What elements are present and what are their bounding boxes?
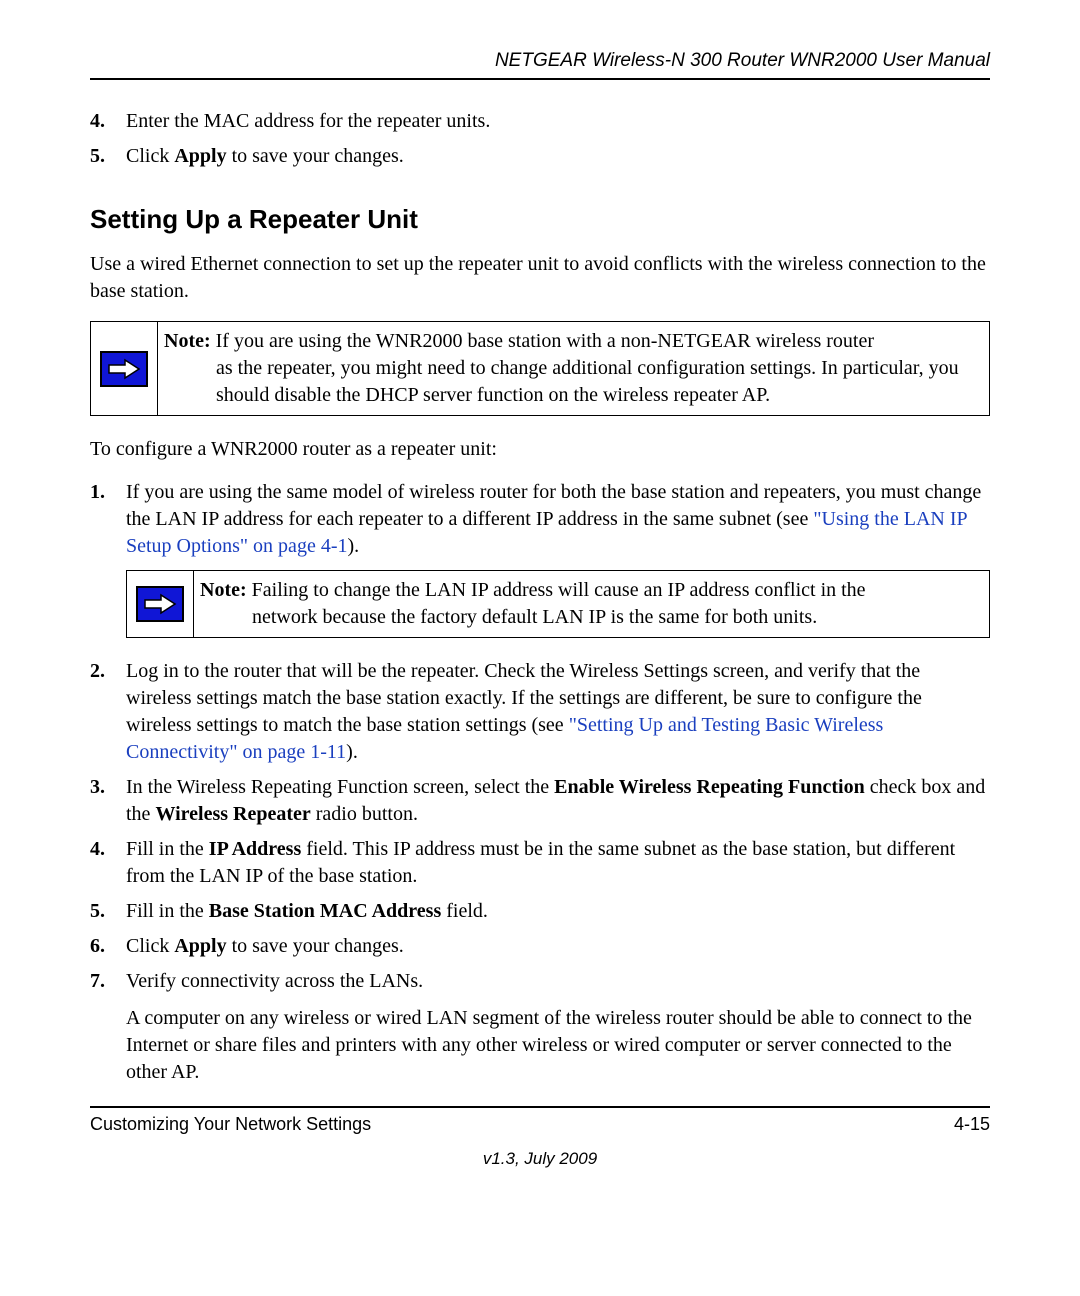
note-label: Note: (200, 579, 247, 601)
list-number: 1. (90, 479, 126, 560)
footer-section-title: Customizing Your Network Settings (90, 1114, 371, 1135)
section-heading: Setting Up a Repeater Unit (90, 204, 990, 235)
list-number: 3. (90, 774, 126, 828)
header-rule (90, 78, 990, 80)
page-header-title: NETGEAR Wireless-N 300 Router WNR2000 Us… (90, 50, 990, 72)
list-text: Fill in the IP Address field. This IP ad… (126, 836, 990, 890)
note-text: Note: If you are using the WNR2000 base … (158, 322, 989, 415)
footer-rule (90, 1106, 990, 1108)
sub-paragraph: A computer on any wireless or wired LAN … (126, 1005, 990, 1086)
list-item: 7. Verify connectivity across the LANs. … (90, 968, 990, 1086)
list-item: 2. Log in to the router that will be the… (90, 658, 990, 766)
list-text: Click Apply to save your changes. (126, 933, 990, 960)
list-number: 4. (90, 108, 126, 135)
note-label: Note: (164, 330, 211, 352)
list-text: If you are using the same model of wirel… (126, 479, 990, 560)
list-number: 5. (90, 898, 126, 925)
arrow-icon (136, 586, 184, 622)
list-number: 7. (90, 968, 126, 1086)
note-box: Note: If you are using the WNR2000 base … (90, 321, 990, 416)
note-icon-cell (127, 571, 194, 637)
list-text: Fill in the Base Station MAC Address fie… (126, 898, 990, 925)
list-item: 4. Fill in the IP Address field. This IP… (90, 836, 990, 890)
list-number: 4. (90, 836, 126, 890)
list-item: 3. In the Wireless Repeating Function sc… (90, 774, 990, 828)
steps-list: 1. If you are using the same model of wi… (90, 479, 990, 560)
arrow-icon (100, 351, 148, 387)
list-text: Verify connectivity across the LANs. A c… (126, 968, 990, 1086)
continuation-list: 4. Enter the MAC address for the repeate… (90, 108, 990, 170)
list-number: 2. (90, 658, 126, 766)
page-number: 4-15 (954, 1114, 990, 1135)
list-text: Log in to the router that will be the re… (126, 658, 990, 766)
list-text: In the Wireless Repeating Function scree… (126, 774, 990, 828)
footer-row: Customizing Your Network Settings 4-15 (90, 1114, 990, 1135)
note-text: Note: Failing to change the LAN IP addre… (194, 571, 874, 637)
list-item: 1. If you are using the same model of wi… (90, 479, 990, 560)
config-lead: To configure a WNR2000 router as a repea… (90, 436, 990, 463)
section-intro: Use a wired Ethernet connection to set u… (90, 251, 990, 305)
list-number: 5. (90, 143, 126, 170)
steps-list-continued: 2. Log in to the router that will be the… (90, 658, 990, 1086)
list-item: 4. Enter the MAC address for the repeate… (90, 108, 990, 135)
list-item: 5. Fill in the Base Station MAC Address … (90, 898, 990, 925)
list-item: 5. Click Apply to save your changes. (90, 143, 990, 170)
note-box: Note: Failing to change the LAN IP addre… (126, 570, 990, 638)
list-text: Enter the MAC address for the repeater u… (126, 108, 990, 135)
note-icon-cell (91, 322, 158, 415)
document-page: NETGEAR Wireless-N 300 Router WNR2000 Us… (0, 0, 1080, 1199)
list-item: 6. Click Apply to save your changes. (90, 933, 990, 960)
footer-version: v1.3, July 2009 (90, 1149, 990, 1169)
list-number: 6. (90, 933, 126, 960)
list-text: Click Apply to save your changes. (126, 143, 990, 170)
